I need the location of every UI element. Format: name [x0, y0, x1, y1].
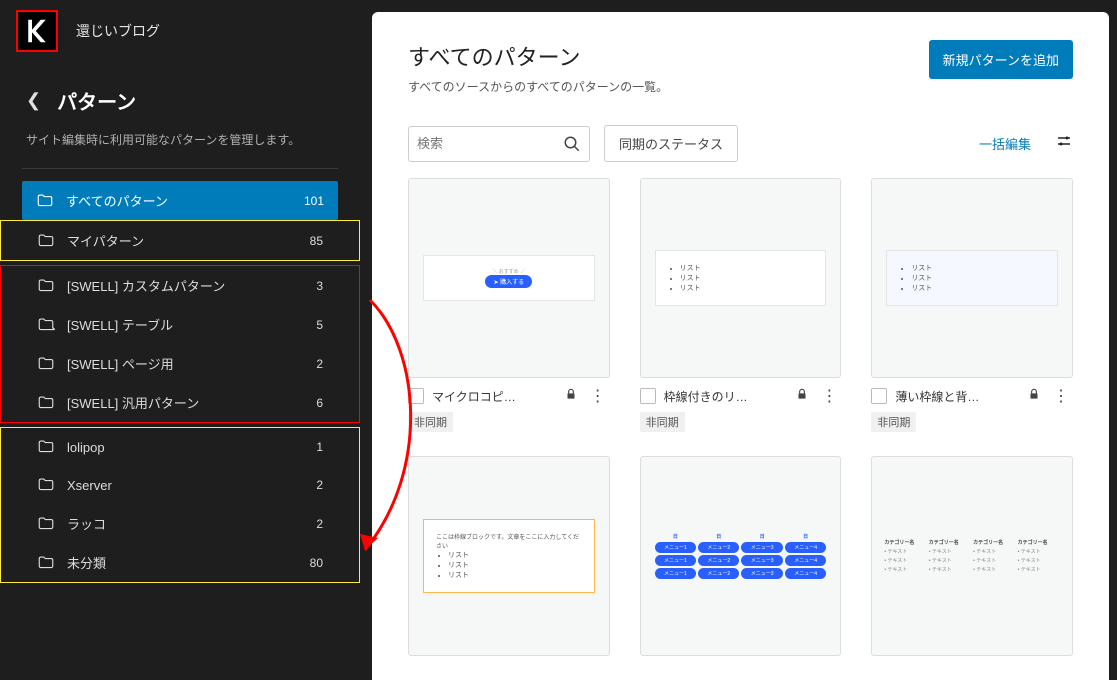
sidebar-item-count: 85 [310, 234, 323, 248]
sidebar-item-count: 6 [316, 396, 323, 410]
pattern-title: 枠線付きのリ… [664, 388, 788, 405]
folder-icon [37, 277, 55, 295]
sidebar-item-label: [SWELL] カスタムパターン [67, 276, 316, 295]
pattern-card[interactable]: ＼ おすすめ ／ ➤ 購入する マイクロコピ… ⋮ 非同期 [408, 178, 610, 436]
sidebar-item-count: 80 [310, 556, 323, 570]
toolbar: 同期のステータス 一括編集 [372, 105, 1109, 174]
sidebar-item-label: [SWELL] ページ用 [67, 354, 316, 373]
sidebar-item-count: 5 [316, 318, 323, 332]
sidebar-item-uncategorized[interactable]: 未分類80 [23, 543, 337, 582]
logo-k-icon [22, 16, 52, 46]
pattern-grid: ＼ おすすめ ／ ➤ 購入する マイクロコピ… ⋮ 非同期 リストリストリスト … [372, 174, 1109, 680]
sidebar-item-swell-custom[interactable]: [SWELL] カスタムパターン3 [23, 266, 337, 305]
folder-icon [37, 355, 55, 373]
search-input-wrapper[interactable] [408, 126, 590, 162]
sidebar-item-label: Xserver [67, 478, 316, 493]
sidebar-item-count: 2 [316, 357, 323, 371]
pattern-card[interactable]: 日日日日 メニュー1メニュー2メニュー3メニュー4 メニュー1メニュー2メニュー… [640, 456, 842, 660]
sidebar-item-count: 3 [316, 279, 323, 293]
folder-icon [36, 192, 54, 210]
actions-menu[interactable]: ⋮ [1049, 386, 1073, 406]
sidebar-separator [22, 168, 338, 169]
sidebar-item-swell-general[interactable]: [SWELL] 汎用パターン6 [23, 383, 337, 422]
sync-status-tag: 非同期 [640, 412, 685, 432]
sidebar-item-count: 2 [316, 517, 323, 531]
sliders-icon [1055, 132, 1073, 150]
actions-menu[interactable]: ⋮ [817, 386, 841, 406]
sidebar-item-label: マイパターン [67, 231, 310, 250]
folder-icon [37, 438, 55, 456]
back-chevron-icon[interactable]: ❮ [26, 90, 41, 111]
pattern-card[interactable]: カテゴリー名カテゴリー名カテゴリー名カテゴリー名 • テキスト• テキスト• テ… [871, 456, 1073, 660]
select-checkbox[interactable] [408, 388, 424, 404]
sidebar-item-swell-table[interactable]: [SWELL] テーブル5 [23, 305, 337, 344]
sync-status-tag: 非同期 [871, 412, 916, 432]
page-subtitle: すべてのソースからのすべてのパターンの一覧。 [408, 78, 929, 95]
sidebar-item-label: ラッコ [67, 514, 316, 533]
sidebar-item-lolipop[interactable]: lolipop1 [23, 428, 337, 466]
pattern-thumbnail: リストリストリスト [640, 178, 842, 378]
page-title: すべてのパターン [408, 40, 929, 72]
sidebar-item-rakko[interactable]: ラッコ2 [23, 504, 337, 543]
pattern-thumbnail: ＼ おすすめ ／ ➤ 購入する [408, 178, 610, 378]
sidebar-item-label: [SWELL] テーブル [67, 315, 316, 334]
sidebar-title: パターン [57, 86, 136, 115]
filter-settings[interactable] [1055, 132, 1073, 155]
sidebar-item-count: 1 [316, 440, 323, 454]
sidebar-group-other: lolipop1 Xserver2 ラッコ2 未分類80 [0, 427, 360, 583]
sidebar-description: サイト編集時に利用可能なパターンを管理します。 [0, 131, 360, 168]
sidebar-item-all-patterns[interactable]: すべてのパターン 101 [22, 181, 338, 220]
sidebar-group-my: マイパターン 85 [0, 220, 360, 261]
pattern-thumbnail: ここは枠線ブロックです。文章をここに入力してください リストリストリスト [408, 456, 610, 656]
main-panel: すべてのパターン すべてのソースからのすべてのパターンの一覧。 新規パターンを追… [372, 12, 1109, 680]
sidebar-item-label: すべてのパターン [66, 191, 304, 210]
sidebar-group-swell: [SWELL] カスタムパターン3 [SWELL] テーブル5 [SWELL] … [0, 265, 360, 423]
lock-icon [564, 387, 578, 406]
add-pattern-button[interactable]: 新規パターンを追加 [929, 40, 1073, 79]
search-input[interactable] [417, 136, 563, 151]
sidebar-item-label: 未分類 [67, 553, 310, 572]
sidebar-item-label: lolipop [67, 440, 316, 455]
pattern-thumbnail: リストリストリスト [871, 178, 1073, 378]
pattern-card[interactable]: ここは枠線ブロックです。文章をここに入力してください リストリストリスト [408, 456, 610, 660]
pattern-card[interactable]: リストリストリスト 薄い枠線と背… ⋮ 非同期 [871, 178, 1073, 436]
search-icon [563, 135, 581, 153]
sidebar: ❮ パターン サイト編集時に利用可能なパターンを管理します。 すべてのパターン … [0, 62, 360, 680]
bulk-edit-link[interactable]: 一括編集 [979, 134, 1031, 153]
actions-menu[interactable]: ⋮ [586, 386, 610, 406]
lock-icon [795, 387, 809, 406]
folder-icon [37, 316, 55, 334]
pattern-card[interactable]: リストリストリスト 枠線付きのリ… ⋮ 非同期 [640, 178, 842, 436]
pattern-thumbnail: カテゴリー名カテゴリー名カテゴリー名カテゴリー名 • テキスト• テキスト• テ… [871, 456, 1073, 656]
select-checkbox[interactable] [871, 388, 887, 404]
folder-icon [37, 394, 55, 412]
folder-icon [37, 554, 55, 572]
folder-icon [37, 515, 55, 533]
lock-icon [1027, 387, 1041, 406]
sync-status-tag: 非同期 [408, 412, 453, 432]
sidebar-item-swell-page[interactable]: [SWELL] ページ用2 [23, 344, 337, 383]
select-checkbox[interactable] [640, 388, 656, 404]
folder-icon [37, 476, 55, 494]
folder-icon [37, 232, 55, 250]
sync-status-filter[interactable]: 同期のステータス [604, 125, 738, 162]
pattern-thumbnail: 日日日日 メニュー1メニュー2メニュー3メニュー4 メニュー1メニュー2メニュー… [640, 456, 842, 656]
sidebar-item-my-patterns[interactable]: マイパターン 85 [23, 221, 337, 260]
pattern-title: 薄い枠線と背… [895, 388, 1019, 405]
sidebar-item-count: 101 [304, 194, 324, 208]
site-logo[interactable] [16, 10, 58, 52]
sidebar-item-xserver[interactable]: Xserver2 [23, 466, 337, 504]
sidebar-item-count: 2 [316, 478, 323, 492]
sidebar-item-label: [SWELL] 汎用パターン [67, 393, 316, 412]
pattern-title: マイクロコピ… [432, 388, 556, 405]
